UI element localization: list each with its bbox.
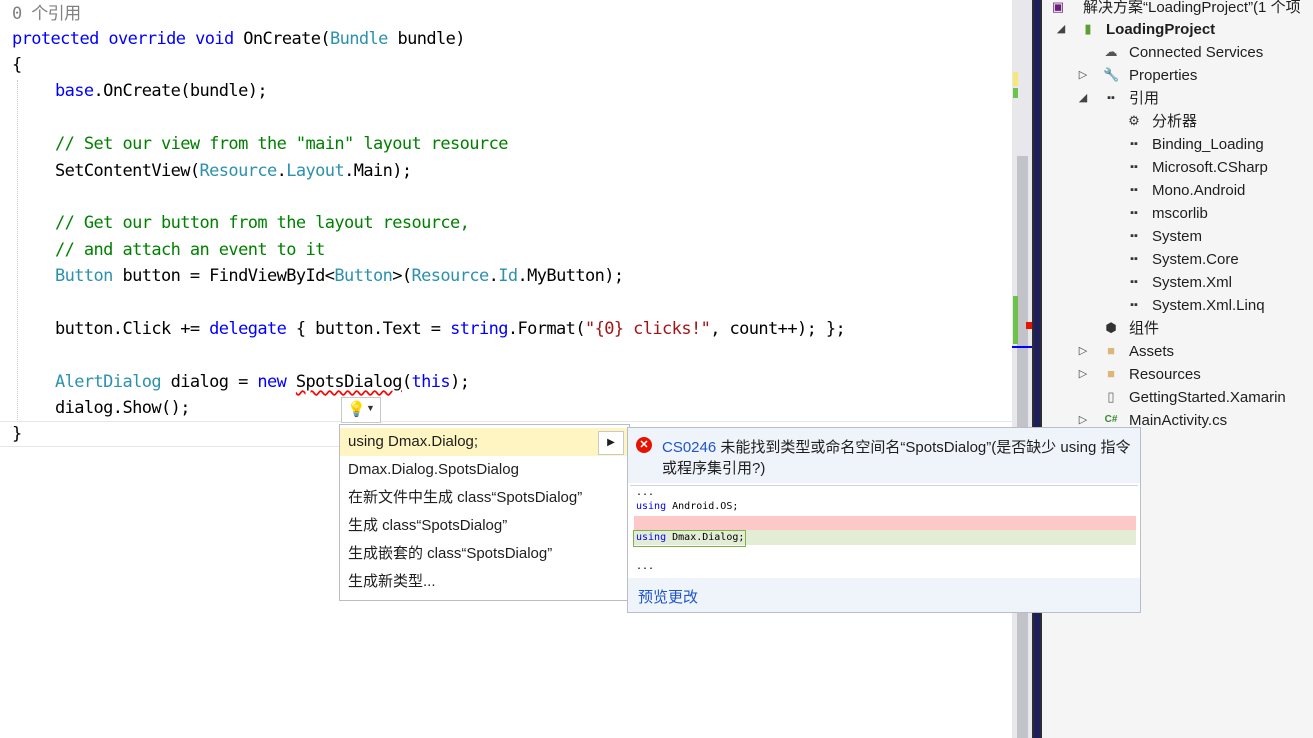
indent-guide (17, 80, 18, 420)
error-message: CS0246 未能找到类型或命名空间名“SpotsDialog”(是否缺少 us… (662, 439, 1131, 477)
menu-item-generate-new-type[interactable]: 生成新类型... (340, 568, 629, 596)
component-icon: ⬢ (1105, 320, 1117, 335)
scrollbar-caret-marker (1012, 346, 1032, 348)
code-comment-2: // Get our button from the layout resour… (55, 213, 470, 233)
tree-item-resources[interactable]: ▷ ■ Resources (1042, 363, 1313, 386)
diff-line-context: using Android.OS; (636, 501, 739, 512)
quick-actions-menu: using Dmax.Dialog; ▶ Dmax.Dialog.SpotsDi… (339, 424, 630, 601)
tree-item-references[interactable]: ◢ ▪▪ 引用 (1042, 87, 1313, 110)
reference-icon: ▪▪ (1130, 276, 1138, 288)
error-icon: ✕ (636, 437, 652, 453)
collapse-arrow-icon[interactable]: ◢ (1054, 18, 1068, 41)
fix-preview-pane: ✕ CS0246 未能找到类型或命名空间名“SpotsDialog”(是否缺少 … (627, 427, 1141, 613)
reference-icon: ▪▪ (1130, 161, 1138, 173)
code-line-11: dialog.Show(); (55, 398, 190, 418)
code-line-1: protected override void OnCreate(Bundle … (12, 29, 466, 49)
reference-icon: ▪▪ (1130, 299, 1138, 311)
tree-item-components[interactable]: ⬢ 组件 (1042, 317, 1313, 340)
menu-item-generate-class[interactable]: 生成 class“SpotsDialog” (340, 512, 629, 540)
tree-item-mscorlib[interactable]: ▪▪ mscorlib (1042, 202, 1313, 225)
tree-item-connected-services[interactable]: ☁ Connected Services (1042, 41, 1313, 64)
code-line-10: AlertDialog dialog = new SpotsDialog(thi… (55, 372, 470, 392)
error-code-link[interactable]: CS0246 (662, 439, 716, 456)
solution-icon: ▣ (1051, 0, 1065, 14)
code-comment-1: // Set our view from the "main" layout r… (55, 134, 508, 154)
code-line-5: SetContentView(Resource.Layout.Main); (55, 161, 412, 181)
reference-icon: ▪▪ (1130, 184, 1138, 196)
expand-arrow-icon[interactable]: ▷ (1076, 363, 1090, 386)
scrollbar-change-marker (1013, 72, 1018, 86)
reference-icon: ▪▪ (1130, 207, 1138, 219)
tree-item-system-xml[interactable]: ▪▪ System.Xml (1042, 271, 1313, 294)
editor-vertical-scrollbar[interactable] (1012, 0, 1032, 738)
chevron-down-icon: ▼ (366, 403, 375, 413)
code-line-3: base.OnCreate(bundle); (55, 81, 268, 101)
connected-services-icon: ☁ (1104, 44, 1118, 59)
wrench-icon: 🔧 (1103, 67, 1120, 82)
android-project-icon: ▮ (1084, 21, 1092, 36)
pane-splitter[interactable] (1032, 0, 1042, 738)
expand-arrow-icon[interactable]: ▷ (1076, 340, 1090, 363)
scrollbar-change-marker (1013, 296, 1018, 344)
tree-item-system-xml-linq[interactable]: ▪▪ System.Xml.Linq (1042, 294, 1313, 317)
error-squiggle-spotsdialog[interactable]: SpotsDialog (296, 372, 403, 392)
codelens-references[interactable]: 0 个引用 (12, 2, 81, 26)
folder-icon: ■ (1107, 343, 1115, 358)
menu-item-generate-nested-class[interactable]: 生成嵌套的 class“SpotsDialog” (340, 540, 629, 568)
tree-item-gettingstarted[interactable]: ▯ GettingStarted.Xamarin (1042, 386, 1313, 409)
code-line-9: button.Click += delegate { button.Text =… (55, 319, 846, 339)
tree-item-system[interactable]: ▪▪ System (1042, 225, 1313, 248)
error-header: ✕ CS0246 未能找到类型或命名空间名“SpotsDialog”(是否缺少 … (628, 428, 1140, 483)
diff-removed-line (634, 516, 1136, 530)
tree-item-analyzers[interactable]: ⚙ 分析器 (1042, 110, 1313, 133)
reference-icon: ▪▪ (1130, 138, 1138, 150)
menu-item-fully-qualify[interactable]: Dmax.Dialog.SpotsDialog (340, 456, 629, 484)
code-comment-3: // and attach an event to it (55, 240, 325, 260)
reference-icon: ▪▪ (1130, 253, 1138, 265)
tree-item-assets[interactable]: ▷ ■ Assets (1042, 340, 1313, 363)
diff-preview: ... using Android.OS; using Dmax.Dialog;… (630, 485, 1138, 579)
submenu-arrow-icon[interactable]: ▶ (598, 431, 624, 455)
code-line-2: { (12, 55, 22, 75)
lightbulb-icon: 💡 (347, 401, 366, 418)
csharp-file-icon: C# (1104, 414, 1118, 425)
code-line-8: Button button = FindViewById<Button>(Res… (55, 266, 624, 286)
folder-icon: ■ (1107, 366, 1115, 381)
file-icon: ▯ (1107, 389, 1115, 404)
tree-item-binding-loading[interactable]: ▪▪ Binding_Loading (1042, 133, 1313, 156)
tree-item-microsoft-csharp[interactable]: ▪▪ Microsoft.CSharp (1042, 156, 1313, 179)
tree-item-properties[interactable]: ▷ 🔧 Properties (1042, 64, 1313, 87)
solution-explorer: ▣ 解决方案“LoadingProject”(1 个项 ◢ ▮ LoadingP… (1042, 0, 1313, 738)
reference-icon: ▪▪ (1107, 92, 1115, 104)
tree-item-loadingproject[interactable]: ◢ ▮ LoadingProject (1042, 18, 1313, 41)
diff-line-added: using Dmax.Dialog; (636, 532, 745, 543)
code-line-12: } (12, 424, 22, 444)
preview-footer: 预览更改 (628, 578, 1140, 612)
expand-arrow-icon[interactable]: ▷ (1076, 64, 1090, 87)
analyzer-icon: ⚙ (1128, 113, 1140, 128)
tree-item-mono-android[interactable]: ▪▪ Mono.Android (1042, 179, 1313, 202)
tree-item-system-core[interactable]: ▪▪ System.Core (1042, 248, 1313, 271)
collapse-arrow-icon[interactable]: ◢ (1076, 87, 1090, 110)
menu-item-generate-class-new-file[interactable]: 在新文件中生成 class“SpotsDialog” (340, 484, 629, 512)
preview-changes-link[interactable]: 预览更改 (638, 586, 698, 607)
menu-item-using-dmax-dialog[interactable]: using Dmax.Dialog; ▶ (340, 428, 629, 456)
quick-actions-lightbulb[interactable]: 💡 ▼ (341, 397, 381, 423)
scrollbar-change-marker (1013, 88, 1018, 98)
reference-icon: ▪▪ (1130, 230, 1138, 242)
code-editor[interactable]: 0 个引用 protected override void OnCreate(B… (0, 0, 1012, 738)
